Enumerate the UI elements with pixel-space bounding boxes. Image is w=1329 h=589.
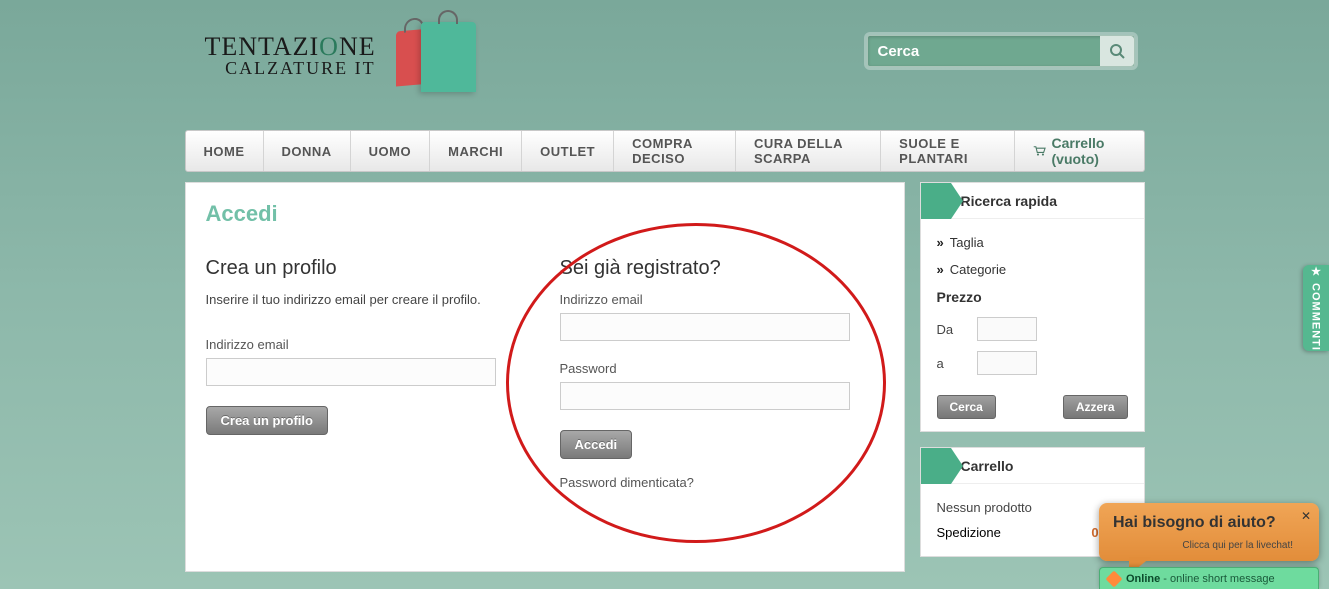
livechat-bar[interactable]: Online - online short message	[1099, 567, 1319, 589]
quick-search-block: Ricerca rapida » Taglia » Categorie Prez…	[920, 182, 1145, 432]
nav-suole-plantari[interactable]: SUOLE E PLANTARI	[881, 131, 1015, 171]
logo-sub-text: CALZATURE IT	[205, 58, 376, 79]
search-button[interactable]	[1100, 36, 1134, 66]
logo[interactable]: TENTAZIONE CALZATURE IT	[205, 10, 486, 100]
nav-compra-deciso[interactable]: COMPRA DECISO	[614, 131, 736, 171]
help-bubble[interactable]: ✕ Hai bisogno di aiuto? Clicca qui per l…	[1099, 503, 1319, 561]
shopping-bags-icon	[396, 10, 486, 100]
cart-title: Carrello	[961, 458, 1014, 474]
sidebar-item-label: Taglia	[950, 235, 984, 250]
nav-donna[interactable]: DONNA	[264, 131, 351, 171]
login-password-input[interactable]	[560, 382, 850, 410]
sidebar-item-taglia[interactable]: » Taglia	[921, 229, 1144, 256]
quick-search-title: Ricerca rapida	[961, 193, 1058, 209]
chat-status-icon	[1106, 570, 1123, 587]
create-email-input[interactable]	[206, 358, 496, 386]
search-box	[867, 35, 1135, 67]
price-reset-button[interactable]: Azzera	[1063, 395, 1128, 419]
nav-home[interactable]: HOME	[186, 131, 264, 171]
nav-cart-label: Carrello (vuoto)	[1052, 135, 1126, 167]
create-email-label: Indirizzo email	[206, 337, 530, 352]
quick-search-header: Ricerca rapida	[921, 183, 1144, 219]
sidebar-item-categorie[interactable]: » Categorie	[921, 256, 1144, 283]
price-to-input[interactable]	[977, 351, 1037, 375]
chevron-right-icon: »	[937, 262, 944, 277]
nav-cura-scarpa[interactable]: CURA DELLA SCARPA	[736, 131, 881, 171]
create-heading: Crea un profilo	[206, 257, 530, 280]
sidebar-item-label: Categorie	[950, 262, 1006, 277]
header: TENTAZIONE CALZATURE IT	[185, 0, 1145, 130]
nav-marchi[interactable]: MARCHI	[430, 131, 522, 171]
help-bubble-title: Hai bisogno di aiuto?	[1113, 513, 1293, 532]
nav-cart[interactable]: Carrello (vuoto)	[1015, 131, 1144, 171]
chat-status-text: - online short message	[1160, 573, 1274, 585]
arrow-icon	[921, 183, 951, 219]
search-input[interactable]	[868, 36, 1100, 66]
price-from-input[interactable]	[977, 317, 1037, 341]
create-profile-button[interactable]: Crea un profilo	[206, 406, 328, 435]
search-icon	[1109, 43, 1125, 59]
login-password-label: Password	[560, 361, 884, 376]
login-button[interactable]: Accedi	[560, 430, 633, 459]
login-column: Sei già registrato? Indirizzo email Pass…	[560, 257, 884, 490]
cart-icon	[1033, 144, 1046, 158]
cart-header: Carrello	[921, 448, 1144, 484]
forgot-password-link[interactable]: Password dimenticata?	[560, 475, 884, 490]
price-from-label: Da	[937, 322, 977, 337]
nav-outlet[interactable]: OUTLET	[522, 131, 614, 171]
cart-shipping-label: Spedizione	[937, 525, 1001, 540]
create-description: Inserire il tuo indirizzo email per crea…	[206, 292, 530, 307]
close-icon[interactable]: ✕	[1301, 509, 1311, 523]
page-title: Accedi	[206, 201, 884, 227]
login-email-label: Indirizzo email	[560, 292, 884, 307]
price-search-button[interactable]: Cerca	[937, 395, 996, 419]
chat-status-label: Online	[1126, 573, 1160, 585]
price-to-label: a	[937, 356, 977, 371]
login-heading: Sei già registrato?	[560, 257, 884, 280]
comments-tab[interactable]: ★ COMMENTI	[1303, 265, 1329, 351]
chevron-right-icon: »	[937, 235, 944, 250]
content-panel: Accedi Crea un profilo Inserire il tuo i…	[185, 182, 905, 572]
price-heading: Prezzo	[921, 283, 1144, 311]
help-bubble-subtitle: Clicca qui per la livechat!	[1113, 540, 1293, 551]
create-profile-column: Crea un profilo Inserire il tuo indirizz…	[206, 257, 530, 490]
arrow-icon	[921, 448, 951, 484]
nav-uomo[interactable]: UOMO	[351, 131, 430, 171]
main-nav: HOME DONNA UOMO MARCHI OUTLET COMPRA DEC…	[185, 130, 1145, 172]
login-email-input[interactable]	[560, 313, 850, 341]
